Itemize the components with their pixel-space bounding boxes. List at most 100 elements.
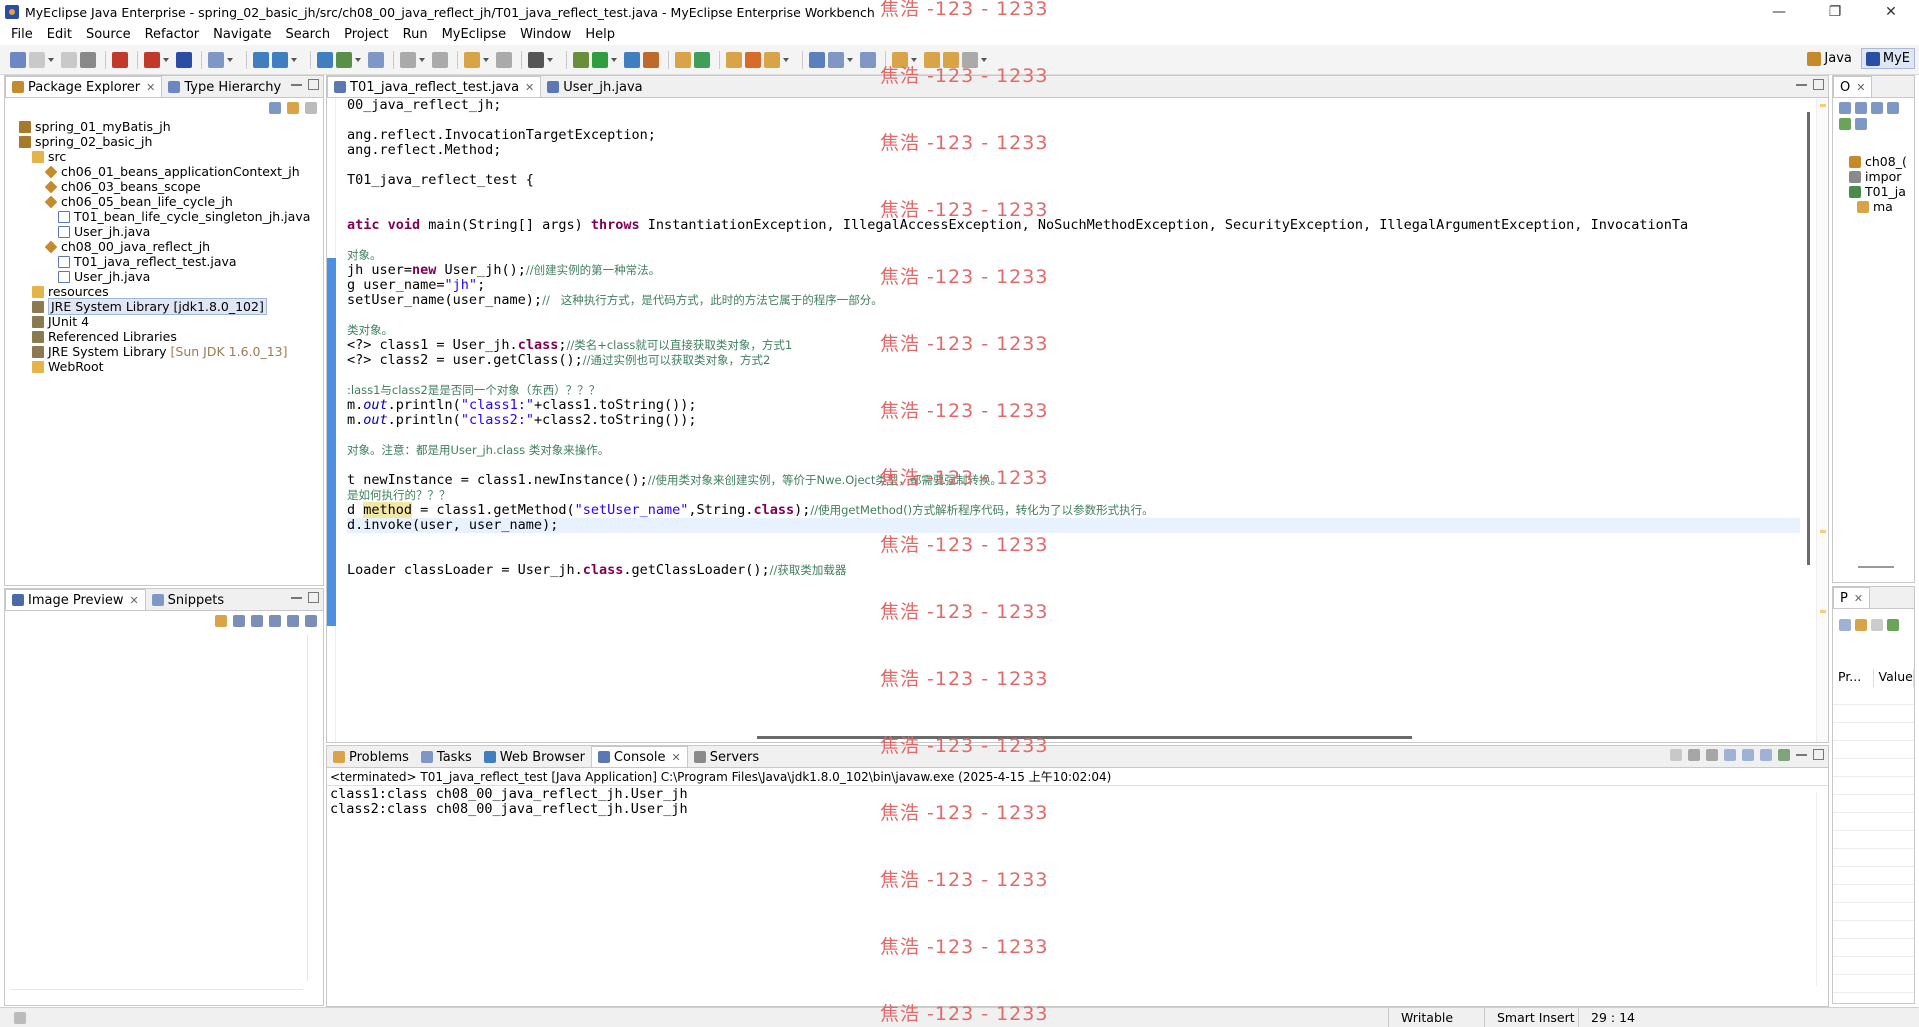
tab-problems[interactable]: Problems [327,747,415,767]
minimize-view-button[interactable] [291,596,302,599]
outline-item[interactable]: ma [1857,199,1893,214]
maximize-view-button[interactable] [308,79,319,90]
toolbar-button-icon[interactable] [624,51,640,68]
toolbar-button-icon[interactable] [892,51,908,68]
hide-local-types-icon[interactable] [1855,118,1867,130]
tree-item-user-jh-java[interactable]: User_jh.java [58,269,150,284]
tab-web-browser[interactable]: Web Browser [478,747,591,767]
toolbar-button-icon[interactable] [860,51,876,68]
open-console-icon[interactable] [1778,749,1790,761]
toolbar-button-icon[interactable] [368,51,384,68]
maximize-view-button[interactable] [308,592,319,603]
code-line[interactable]: 类对象。 [347,323,1800,338]
tab-console[interactable]: Console ✕ [590,746,688,767]
hide-static-icon[interactable] [1887,102,1899,114]
code-line[interactable]: 对象。注意：都是用User_jh.class 类对象来操作。 [347,443,1800,458]
minimize-editor-button[interactable] [1796,83,1807,86]
toolbar-button-icon[interactable] [943,51,959,68]
tab-type-hierarchy[interactable]: Type Hierarchy [162,77,287,97]
dropdown-arrow-icon[interactable] [227,57,233,62]
show-advanced-icon[interactable] [1855,619,1867,631]
tree-item-jre-system-library-jdk1-8-0-102[interactable]: JRE System Library [jdk1.8.0_102] [32,298,267,315]
fit-image-icon[interactable] [233,615,245,627]
vertical-ruler[interactable] [327,98,336,742]
toolbar-button-icon[interactable] [924,51,940,68]
tree-item-ch08-00-java-reflect-jh[interactable]: ch08_00_java_reflect_jh [44,239,210,254]
tab-t01-java-reflect-test-java[interactable]: T01_java_reflect_test.java ✕ [327,76,542,97]
hide-nonpublic-icon[interactable] [1839,118,1851,130]
toolbar-button-icon[interactable] [112,51,128,68]
code-line[interactable]: T01_java_reflect_test { [347,173,1800,188]
code-line[interactable]: 是如何执行的？？？ [347,488,1800,503]
fit-window-icon[interactable] [305,615,317,627]
close-icon[interactable]: ✕ [1854,592,1863,605]
toolbar-button-icon[interactable] [208,51,224,68]
close-icon[interactable]: ✕ [129,594,138,607]
dropdown-arrow-icon[interactable] [48,57,54,62]
code-line[interactable] [347,188,1800,203]
dropdown-arrow-icon[interactable] [981,57,987,62]
collapse-all-icon[interactable] [269,102,281,114]
overview-marker[interactable] [1820,610,1826,613]
refresh-icon[interactable] [215,615,227,627]
code-line[interactable]: m.out.println("class2:"+class2.toString(… [347,413,1800,428]
filter-icon[interactable] [1871,619,1883,631]
menu-navigate[interactable]: Navigate [206,24,278,45]
code-line[interactable] [347,458,1800,473]
toolbar-button-icon[interactable] [496,51,512,68]
toolbar-button-icon[interactable] [726,51,742,68]
perspective-java-button[interactable]: Java [1802,48,1856,69]
close-window-button[interactable]: ✕ [1863,0,1919,24]
close-icon[interactable]: ✕ [672,751,681,764]
code-line[interactable]: setUser_name(user_name);// 这种执行方式，是代码方式，… [347,293,1800,308]
menu-run[interactable]: Run [396,24,435,45]
tab-properties[interactable]: P ✕ [1833,587,1871,608]
remove-launch-icon[interactable] [1688,749,1700,761]
perspective-mye-button[interactable]: MyE [1860,48,1915,69]
editor-horizontal-scrollbar[interactable] [757,736,1412,739]
toolbar-button-icon[interactable] [828,51,844,68]
fast-view-icon[interactable] [14,1012,26,1024]
dropdown-arrow-icon[interactable] [547,57,553,62]
zoom-in-icon[interactable] [269,615,281,627]
toolbar-button-icon[interactable] [317,51,333,68]
toolbar-button-icon[interactable] [528,51,544,68]
dropdown-arrow-icon[interactable] [847,57,853,62]
pin-console-icon[interactable] [1760,749,1772,761]
outline-item[interactable]: impor [1849,169,1901,184]
editor-body[interactable]: 00_java_reflect_jh; ang.reflect.Invocati… [327,98,1828,742]
code-line[interactable]: 对象。 [347,248,1800,263]
menu-project[interactable]: Project [337,24,395,45]
maximize-button[interactable]: ❐ [1807,0,1863,24]
dropdown-arrow-icon[interactable] [355,57,361,62]
toolbar-button-icon[interactable] [764,51,780,68]
toolbar-button-icon[interactable] [400,51,416,68]
console-output[interactable]: class1:class ch08_00_java_reflect_jh.Use… [327,787,1828,1006]
close-icon[interactable]: ✕ [1856,81,1865,94]
toolbar-button-icon[interactable] [253,51,269,68]
tree-item-jre-system-library[interactable]: JRE System Library [Sun JDK 1.6.0_13] [32,344,288,359]
toolbar-button-icon[interactable] [745,51,761,68]
toolbar-button-icon[interactable] [10,51,26,68]
code-line[interactable]: <?> class1 = User_jh.class;//类名+class就可以… [347,338,1800,353]
minimize-view-button[interactable] [1796,753,1807,756]
dropdown-arrow-icon[interactable] [611,57,617,62]
tree-item-webroot[interactable]: WebRoot [32,359,104,374]
code-line[interactable]: ang.reflect.InvocationTargetException; [347,128,1800,143]
code-line[interactable] [347,113,1800,128]
tab-image-preview[interactable]: Image Preview ✕ [5,589,146,610]
code-line[interactable] [347,368,1800,383]
toolbar-button-icon[interactable] [336,51,352,68]
toolbar-button-icon[interactable] [29,51,45,68]
console-line[interactable]: class2:class ch08_00_java_reflect_jh.Use… [330,802,1828,817]
code-line[interactable]: Loader classLoader = User_jh.class.getCl… [347,563,1800,578]
console-line[interactable]: class1:class ch08_00_java_reflect_jh.Use… [330,787,1828,802]
word-wrap-icon[interactable] [1742,749,1754,761]
code-line[interactable] [347,548,1800,563]
original-size-icon[interactable] [287,615,299,627]
code-line[interactable]: d method = class1.getMethod("setUser_nam… [347,502,1800,518]
code-line[interactable]: ang.reflect.Method; [347,143,1800,158]
toolbar-button-icon[interactable] [592,51,608,68]
tree-item-referenced-libraries[interactable]: Referenced Libraries [32,329,177,344]
code-line[interactable]: jh user=new User_jh();//创建实例的第一种常法。 [347,263,1800,278]
